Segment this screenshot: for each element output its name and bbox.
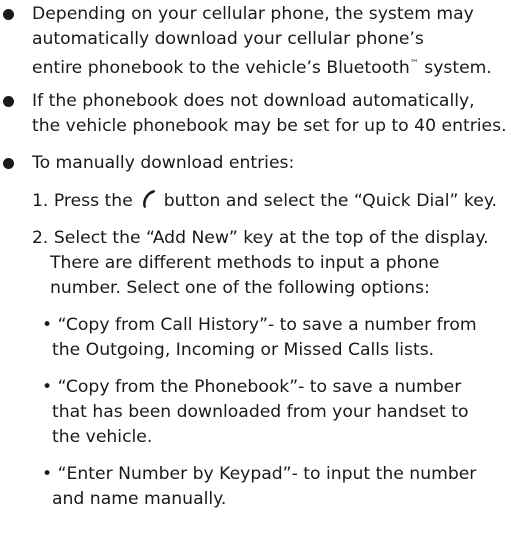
manual-page: Depending on your cellular phone, the sy…: [0, 0, 511, 546]
text-line: automatically download your cellular pho…: [32, 29, 424, 49]
text-line: If the phonebook does not download autom…: [32, 91, 475, 111]
bullet-text: Depending on your cellular phone, the sy…: [32, 2, 492, 81]
step-text: 1. Press the button and select the “Quic…: [32, 189, 497, 214]
option-text: • “Enter Number by Keypad”- to input the…: [42, 462, 476, 512]
text-line: entire phonebook to the vehicle’s Blueto…: [32, 52, 492, 81]
text-line: • “Copy from Call History”- to save a nu…: [42, 315, 477, 335]
text-line: Depending on your cellular phone, the sy…: [32, 4, 474, 24]
text-line: that has been downloaded from your hands…: [52, 402, 469, 422]
bullet-text: If the phonebook does not download autom…: [32, 89, 507, 139]
text-line: 2. Select the “Add New” key at the top o…: [32, 228, 489, 248]
step-text: 2. Select the “Add New” key at the top o…: [32, 226, 489, 301]
step-suffix: button and select the “Quick Dial” key.: [163, 191, 498, 211]
option-text: • “Copy from the Phonebook”- to save a n…: [42, 375, 468, 450]
text-line: the vehicle phonebook may be set for up …: [32, 116, 507, 136]
text-line: the Outgoing, Incoming or Missed Calls l…: [52, 340, 435, 360]
text-line: the vehicle.: [52, 427, 153, 447]
bullet-dot: [3, 9, 14, 20]
step-prefix: 1. Press the: [32, 191, 133, 211]
text-line: and name manually.: [52, 489, 227, 509]
bullet-dot: [3, 158, 14, 169]
phone-handset-icon: [143, 190, 156, 208]
text-line: • “Enter Number by Keypad”- to input the…: [42, 464, 477, 484]
text-line-segment: entire phonebook to the vehicle’s Blueto…: [32, 58, 410, 78]
option-text: • “Copy from Call History”- to save a nu…: [42, 313, 477, 363]
trademark-mark: ™: [409, 59, 419, 69]
text-line: There are different methods to input a p…: [50, 253, 440, 273]
text-line: number. Select one of the following opti…: [50, 278, 430, 298]
text-line-segment: system.: [418, 58, 492, 78]
text-line: • “Copy from the Phonebook”- to save a n…: [42, 377, 462, 397]
bullet-dot: [3, 96, 14, 107]
text-line: To manually download entries:: [32, 153, 295, 173]
bullet-text: To manually download entries:: [32, 151, 294, 176]
